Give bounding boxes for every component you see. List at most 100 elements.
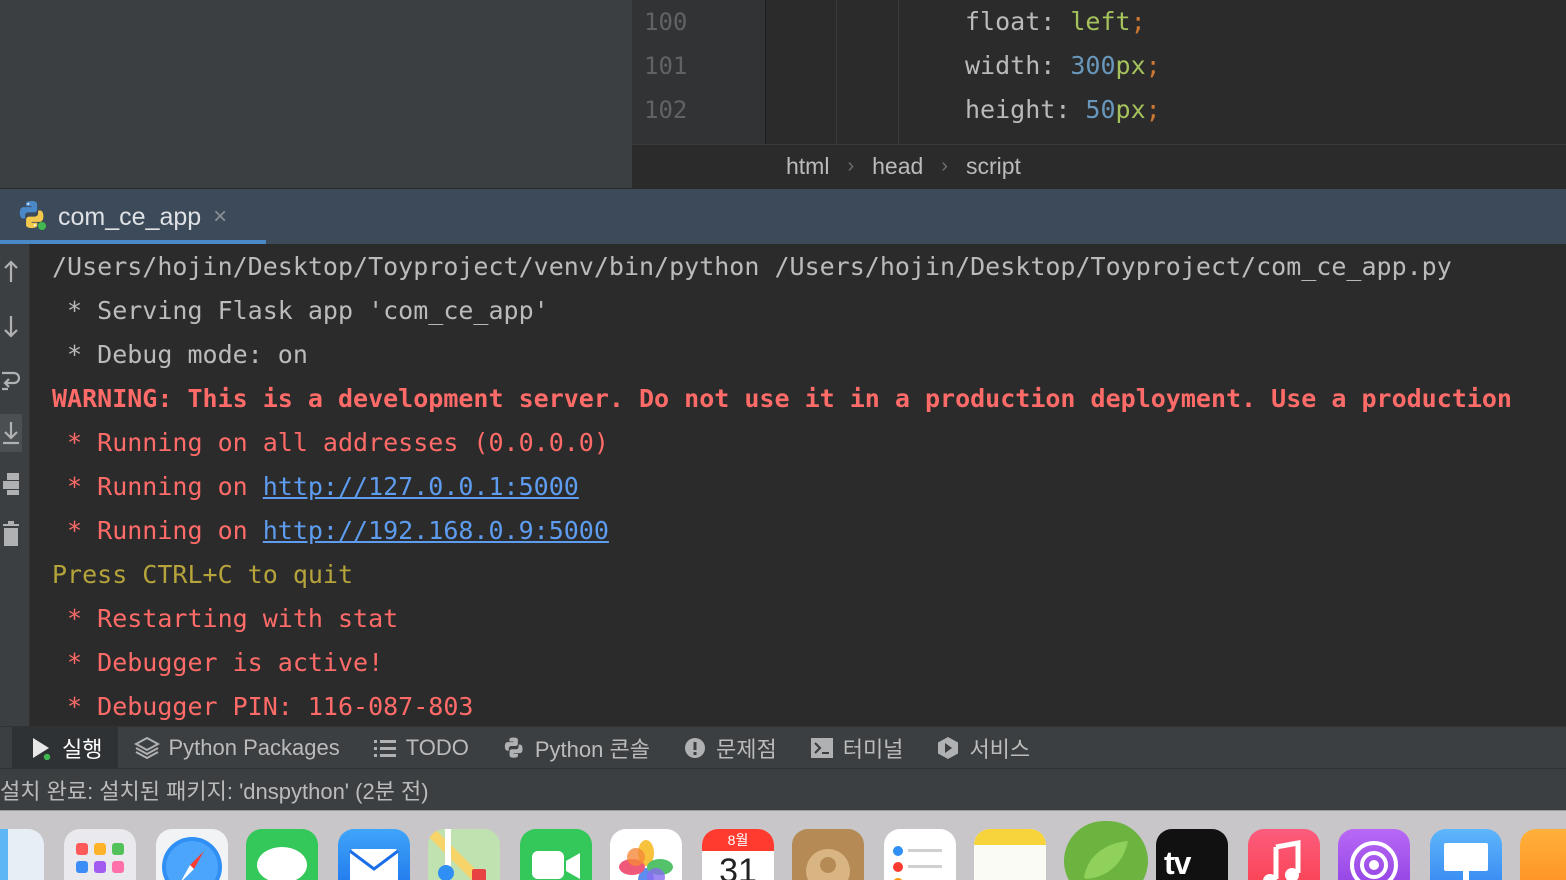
run-tab-bar: com_ce_app ×	[0, 188, 1566, 245]
tab-services[interactable]: 서비스	[919, 727, 1046, 769]
music-icon[interactable]	[1248, 829, 1320, 880]
console-hint-line: Press CTRL+C to quit	[52, 560, 354, 589]
css-value: 300	[1070, 51, 1116, 80]
console-line: * Debug mode: on	[52, 340, 308, 369]
notes-header	[974, 829, 1046, 845]
css-value: 50	[1085, 95, 1116, 124]
console-text: * Running on	[52, 472, 263, 501]
facetime-icon[interactable]	[520, 829, 592, 880]
tab-label: 서비스	[969, 736, 1031, 762]
css-property: float	[965, 7, 1041, 36]
soft-wrap-icon[interactable]	[0, 366, 22, 394]
layers-icon	[134, 735, 161, 761]
arrow-down-icon[interactable]	[0, 312, 22, 340]
code-line[interactable]: float: left;	[965, 0, 1146, 44]
python-icon	[501, 735, 527, 761]
breadcrumb-item-head[interactable]: head	[872, 153, 923, 180]
breadcrumb: html › head › script	[632, 144, 1566, 188]
breadcrumb-item-script[interactable]: script	[966, 153, 1021, 180]
mail-icon[interactable]	[338, 829, 410, 880]
podcasts-icon[interactable]	[1338, 829, 1410, 880]
lan-address-link[interactable]: http://192.168.0.9:5000	[263, 516, 609, 545]
code-line[interactable]: width: 300px;	[965, 44, 1161, 88]
tab-label: Python Packages	[168, 734, 340, 760]
tab-run[interactable]: 실행	[12, 726, 119, 769]
console-line: * Debugger PIN: 116-087-803	[52, 692, 474, 721]
apple-tv-icon[interactable]: tv	[1156, 829, 1228, 880]
python-icon	[16, 199, 48, 236]
console-line: * Running on http://192.168.0.9:5000	[52, 509, 609, 553]
localhost-link[interactable]: http://127.0.0.1:5000	[263, 472, 579, 501]
console-line: * Running on http://127.0.0.1:5000	[52, 465, 579, 509]
alert-icon	[682, 735, 708, 761]
close-icon[interactable]: ×	[213, 203, 227, 231]
breadcrumb-item-html[interactable]: html	[786, 153, 829, 180]
reminders-icon[interactable]	[884, 829, 956, 880]
console-command-line: /Users/hojin/Desktop/Toyproject/venv/bin…	[52, 252, 1452, 281]
console-warning-line: WARNING: This is a development server. D…	[52, 384, 1512, 413]
calendar-day: 31	[719, 852, 757, 880]
arrow-up-icon[interactable]	[0, 258, 22, 286]
css-unit: px	[1115, 51, 1146, 80]
services-icon	[935, 735, 961, 761]
tv-label: tv	[1164, 845, 1191, 880]
line-number: 100	[644, 8, 688, 36]
tab-label: 실행	[62, 736, 103, 762]
run-side-toolbar	[0, 244, 30, 726]
indent-guide	[836, 0, 837, 144]
status-bar: 설치 완료: 설치된 패키지: 'dnspython' (2분 전)	[0, 768, 1566, 810]
calendar-icon[interactable]: 8월 31	[702, 829, 774, 880]
keynote-icon[interactable]	[1430, 829, 1502, 880]
chevron-right-icon: ›	[941, 155, 948, 177]
tab-python-packages[interactable]: Python Packages	[118, 727, 355, 769]
tab-problems[interactable]: 문제점	[666, 727, 793, 769]
line-number: 102	[644, 96, 688, 124]
tab-label: 터미널	[842, 736, 904, 762]
macos-dock: 8월 31 tv	[0, 810, 1566, 880]
terminal-icon	[809, 735, 835, 761]
tab-python-console[interactable]: Python 콘솔	[485, 727, 666, 769]
photos-icon[interactable]	[610, 829, 682, 880]
tab-label: TODO	[405, 734, 469, 760]
pages-icon[interactable]	[1520, 829, 1566, 880]
css-property: width	[965, 51, 1041, 80]
indent-guide	[898, 0, 899, 144]
tab-label: Python 콘솔	[534, 736, 650, 762]
messages-icon[interactable]	[246, 829, 318, 880]
chevron-right-icon: ›	[847, 155, 855, 177]
trash-icon[interactable]	[0, 520, 22, 548]
run-console[interactable]: /Users/hojin/Desktop/Toyproject/venv/bin…	[30, 244, 1566, 726]
run-config-tab[interactable]: com_ce_app ×	[0, 189, 266, 245]
tab-label: 문제점	[715, 736, 777, 762]
pycharm-spring-icon[interactable]	[1064, 821, 1148, 880]
launchpad-icon[interactable]	[64, 829, 136, 880]
print-icon[interactable]	[0, 470, 22, 498]
console-text: * Running on	[52, 516, 263, 545]
code-editor[interactable]: 100 101 102 float: left; width: 300px; h…	[632, 0, 1566, 188]
safari-icon[interactable]	[156, 829, 228, 880]
list-icon	[372, 735, 398, 761]
code-line[interactable]: height: 50px;	[965, 88, 1161, 132]
notes-icon[interactable]	[974, 829, 1046, 880]
run-tab-label: com_ce_app	[58, 202, 202, 231]
console-line: * Debugger is active!	[52, 648, 384, 677]
maps-icon[interactable]	[428, 829, 500, 880]
css-value: left	[1070, 7, 1131, 36]
css-property: height	[965, 95, 1056, 124]
console-line: * Running on all addresses (0.0.0.0)	[52, 428, 609, 457]
calendar-month: 8월	[702, 829, 774, 851]
line-number: 101	[644, 52, 688, 80]
play-icon	[28, 735, 54, 761]
css-unit: px	[1115, 95, 1146, 124]
scroll-to-end-icon[interactable]	[0, 414, 22, 452]
tab-terminal[interactable]: 터미널	[793, 727, 920, 769]
tool-window-tabs: 실행 Python Packages TODO Python 콘솔 문제점 터미…	[0, 726, 1566, 769]
console-line: * Serving Flask app 'com_ce_app'	[52, 296, 549, 325]
contacts-icon[interactable]	[792, 829, 864, 880]
tab-todo[interactable]: TODO	[356, 727, 485, 769]
project-pane	[0, 0, 632, 188]
editor-gutter: 100 101 102	[632, 0, 766, 144]
console-line: * Restarting with stat	[52, 604, 399, 633]
finder-icon[interactable]	[0, 829, 44, 880]
status-message[interactable]: 설치 완료: 설치된 패키지: 'dnspython' (2분 전)	[0, 774, 429, 806]
